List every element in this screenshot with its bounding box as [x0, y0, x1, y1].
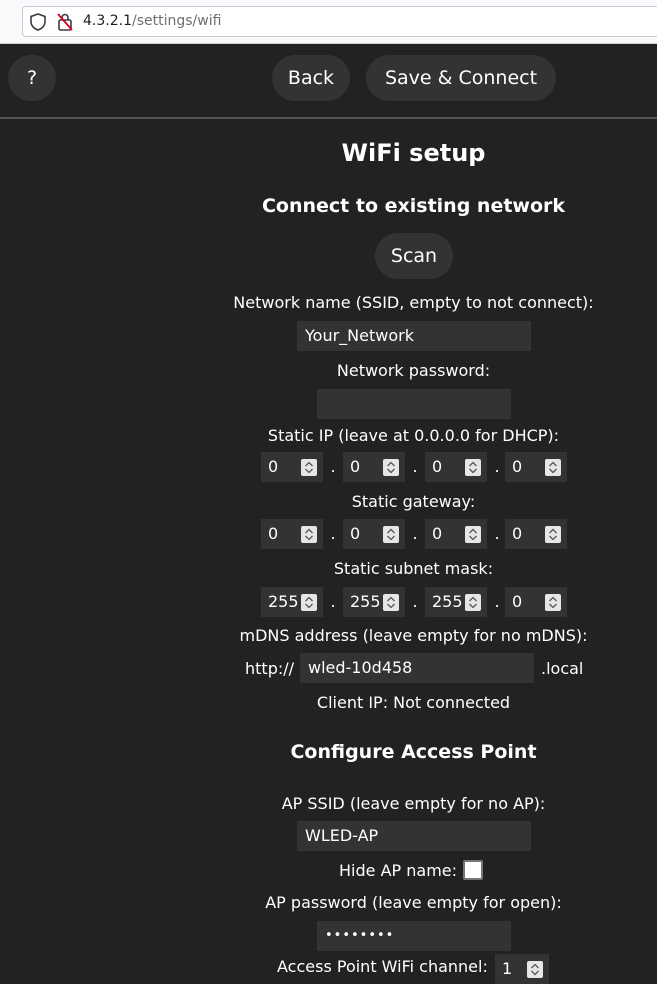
static-ip-octet-4[interactable]: 0: [505, 452, 567, 482]
spinner-icon[interactable]: [465, 459, 481, 476]
insecure-lock-icon[interactable]: [56, 12, 74, 36]
octet-value: 0: [512, 524, 523, 543]
ip-dot: .: [494, 457, 500, 476]
ap-ssid-label: AP SSID (leave empty for no AP):: [281, 794, 546, 813]
mdns-input[interactable]: wled-10d458: [300, 653, 534, 683]
spinner-icon[interactable]: [301, 459, 317, 476]
ap-channel-input[interactable]: 1: [495, 954, 549, 984]
ap-password-input[interactable]: ••••••••: [317, 921, 511, 951]
url-path: /settings/wifi: [131, 13, 222, 29]
ip-dot: .: [330, 592, 336, 611]
password-label: Network password:: [336, 361, 491, 380]
spinner-icon[interactable]: [301, 526, 317, 543]
gateway-octet-2[interactable]: 0: [343, 519, 405, 549]
ip-dot: .: [330, 457, 336, 476]
help-button[interactable]: ?: [8, 55, 56, 101]
ap-password-label: AP password (leave empty for open):: [265, 893, 562, 912]
client-ip-status: Client IP: Not connected: [316, 693, 511, 712]
spinner-icon[interactable]: [465, 526, 481, 543]
ip-dot: .: [330, 524, 336, 543]
ip-dot: .: [494, 524, 500, 543]
static-ip-octet-2[interactable]: 0: [343, 452, 405, 482]
ap-ssid-input[interactable]: WLED-AP: [297, 821, 531, 851]
url-host: 4.3.2.1: [83, 13, 132, 29]
octet-value: 255: [268, 592, 299, 611]
save-connect-button[interactable]: Save & Connect: [366, 55, 556, 101]
page-title: WiFi setup: [341, 139, 486, 167]
ip-dot: .: [412, 457, 418, 476]
channel-value: 1: [502, 959, 513, 978]
octet-value: 0: [432, 457, 443, 476]
scan-button[interactable]: Scan: [375, 233, 453, 279]
spinner-icon[interactable]: [301, 594, 317, 611]
spinner-icon[interactable]: [383, 459, 399, 476]
gateway-label: Static gateway:: [351, 492, 476, 511]
spinner-icon[interactable]: [545, 594, 561, 611]
octet-value: 0: [350, 524, 361, 543]
spinner-icon[interactable]: [545, 459, 561, 476]
octet-value: 0: [432, 524, 443, 543]
subnet-octet-4[interactable]: 0: [505, 587, 567, 617]
mdns-suffix: .local: [541, 659, 584, 678]
subnet-octet-3[interactable]: 255: [425, 587, 487, 617]
address-bar[interactable]: 4.3.2.1/settings/wifi: [22, 6, 657, 37]
subnet-label: Static subnet mask:: [333, 559, 494, 578]
browser-url-bar: 4.3.2.1/settings/wifi: [0, 0, 657, 44]
octet-value: 0: [350, 457, 361, 476]
password-input[interactable]: [317, 389, 511, 419]
url-text[interactable]: 4.3.2.1/settings/wifi: [83, 13, 221, 29]
ap-heading-wrap: Configure Access Point: [170, 741, 657, 763]
shield-icon[interactable]: [30, 13, 46, 35]
spinner-icon[interactable]: [383, 594, 399, 611]
subnet-octet-2[interactable]: 255: [343, 587, 405, 617]
mdns-label: mDNS address (leave empty for no mDNS):: [239, 626, 588, 645]
spinner-icon[interactable]: [545, 526, 561, 543]
static-ip-label: Static IP (leave at 0.0.0.0 for DHCP):: [267, 426, 560, 445]
divider: [0, 117, 657, 119]
gateway-octet-1[interactable]: 0: [261, 519, 323, 549]
octet-value: 0: [512, 457, 523, 476]
ssid-input[interactable]: Your_Network: [297, 321, 531, 351]
octet-value: 255: [432, 592, 463, 611]
static-ip-octet-1[interactable]: 0: [261, 452, 323, 482]
page-title-wrap: WiFi setup: [170, 139, 657, 167]
spinner-icon[interactable]: [465, 594, 481, 611]
ip-dot: .: [412, 524, 418, 543]
hide-ap-checkbox[interactable]: [463, 860, 483, 880]
hide-ap-label: Hide AP name:: [339, 861, 458, 880]
spinner-icon[interactable]: [383, 526, 399, 543]
ip-dot: .: [412, 592, 418, 611]
octet-value: 0: [268, 457, 279, 476]
spinner-icon[interactable]: [527, 961, 543, 978]
connect-heading: Connect to existing network: [261, 195, 566, 217]
static-ip-octet-3[interactable]: 0: [425, 452, 487, 482]
ap-channel-label: Access Point WiFi channel:: [277, 957, 488, 976]
gateway-octet-4[interactable]: 0: [505, 519, 567, 549]
ssid-label: Network name (SSID, empty to not connect…: [233, 293, 594, 312]
octet-value: 0: [268, 524, 279, 543]
ip-dot: .: [494, 592, 500, 611]
connect-heading-wrap: Connect to existing network: [170, 195, 657, 217]
back-button[interactable]: Back: [272, 55, 350, 101]
mdns-prefix: http://: [245, 659, 295, 678]
octet-value: 0: [512, 592, 523, 611]
gateway-octet-3[interactable]: 0: [425, 519, 487, 549]
octet-value: 255: [350, 592, 381, 611]
ap-heading: Configure Access Point: [290, 741, 537, 763]
subnet-octet-1[interactable]: 255: [261, 587, 323, 617]
